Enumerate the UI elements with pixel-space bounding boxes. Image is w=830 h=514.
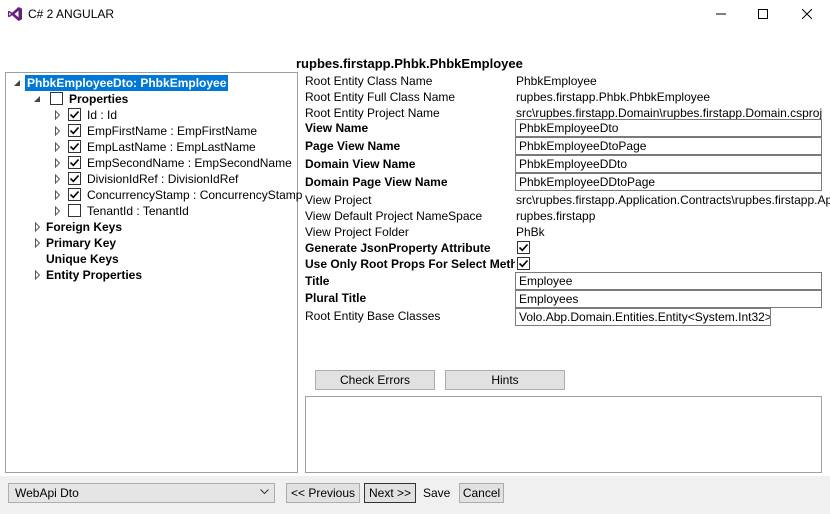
root-entity-full-class-name-label: Root Entity Full Class Name bbox=[305, 90, 456, 104]
close-button[interactable] bbox=[784, 0, 830, 28]
visual-studio-icon bbox=[8, 7, 22, 21]
property-label: TenantId : TenantId bbox=[87, 204, 189, 218]
collapsed-triangle-icon[interactable] bbox=[33, 235, 43, 251]
collapsed-triangle-icon[interactable] bbox=[53, 171, 63, 187]
errors-output-area[interactable] bbox=[305, 396, 822, 473]
checkmark-icon bbox=[518, 259, 529, 268]
page-view-name-input[interactable]: PhbkEmployeeDtoPage bbox=[515, 137, 822, 155]
property-label: Id : Id bbox=[87, 108, 118, 122]
view-name-input[interactable]: PhbkEmployeeDto bbox=[515, 119, 822, 137]
root-entity-class-name-label: Root Entity Class Name bbox=[305, 74, 433, 88]
checkmark-icon bbox=[69, 110, 80, 119]
use-only-root-props-label: Use Only Root Props For Select Metho bbox=[305, 257, 515, 271]
view-project-value: src\rupbes.firstapp.Application.Contract… bbox=[516, 193, 830, 207]
domain-page-view-name-input[interactable]: PhbkEmployeeDDtoPage bbox=[515, 173, 822, 191]
collapsed-triangle-icon[interactable] bbox=[53, 139, 63, 155]
property-checkbox[interactable] bbox=[68, 204, 81, 217]
chevron-down-icon bbox=[260, 489, 269, 495]
view-default-namespace-label: View Default Project NameSpace bbox=[305, 209, 483, 223]
view-project-label: View Project bbox=[305, 193, 372, 207]
tree-root-label[interactable]: PhbkEmployeeDto: PhbkEmployee bbox=[25, 75, 229, 91]
root-entity-base-classes-label: Root Entity Base Classes bbox=[305, 309, 441, 323]
properties-label: Properties bbox=[69, 92, 129, 106]
generate-json-property-label: Generate JsonProperty Attribute bbox=[305, 241, 491, 255]
view-default-namespace-value: rupbes.firstapp bbox=[516, 209, 596, 223]
collapsed-triangle-icon[interactable] bbox=[33, 267, 43, 283]
property-checkbox[interactable] bbox=[68, 108, 81, 121]
domain-view-name-input[interactable]: PhbkEmployeeDDto bbox=[515, 155, 822, 173]
dto-tree[interactable]: PhbkEmployeeDto: PhbkEmployee Properties… bbox=[5, 72, 302, 473]
primary-key-label: Primary Key bbox=[46, 236, 117, 250]
view-project-folder-label: View Project Folder bbox=[305, 225, 409, 239]
collapsed-triangle-icon[interactable] bbox=[33, 219, 43, 235]
cancel-button[interactable]: Cancel bbox=[459, 483, 504, 503]
next-button[interactable]: Next >> bbox=[364, 483, 416, 503]
root-entity-project-name-label: Root Entity Project Name bbox=[305, 106, 440, 120]
title-bar: C# 2 ANGULAR bbox=[0, 0, 830, 28]
plural-title-input[interactable]: Employees bbox=[515, 290, 822, 308]
save-button[interactable]: Save bbox=[423, 486, 450, 500]
collapsed-triangle-icon[interactable] bbox=[53, 187, 63, 203]
maximize-icon bbox=[758, 9, 768, 19]
properties-checkbox[interactable] bbox=[50, 92, 63, 105]
check-errors-button[interactable]: Check Errors bbox=[315, 370, 435, 390]
checkmark-icon bbox=[69, 142, 80, 151]
use-only-root-props-checkbox[interactable] bbox=[517, 257, 530, 270]
property-label: ConcurrencyStamp : ConcurrencyStamp bbox=[87, 188, 303, 202]
entity-title: rupbes.firstapp.Phbk.PhbkEmployee bbox=[296, 56, 523, 71]
root-entity-base-classes-input[interactable]: Volo.Abp.Domain.Entities.Entity<System.I… bbox=[515, 308, 771, 326]
maximize-button[interactable] bbox=[740, 0, 786, 28]
previous-button[interactable]: << Previous bbox=[286, 483, 360, 503]
minimize-icon bbox=[716, 13, 726, 15]
mode-select[interactable]: WebApi Dto bbox=[8, 483, 275, 503]
minimize-button[interactable] bbox=[698, 0, 744, 28]
collapsed-triangle-icon[interactable] bbox=[53, 123, 63, 139]
expanded-triangle-icon[interactable] bbox=[33, 91, 43, 107]
window-title: C# 2 ANGULAR bbox=[28, 7, 115, 21]
domain-page-view-name-label: Domain Page View Name bbox=[305, 175, 448, 189]
property-checkbox[interactable] bbox=[68, 172, 81, 185]
mode-select-value: WebApi Dto bbox=[15, 486, 79, 500]
root-entity-class-name-value: PhbkEmployee bbox=[516, 74, 597, 88]
property-label: DivisionIdRef : DivisionIdRef bbox=[87, 172, 239, 186]
root-entity-full-class-name-value: rupbes.firstapp.Phbk.PhbkEmployee bbox=[516, 90, 711, 104]
domain-view-name-label: Domain View Name bbox=[305, 157, 416, 171]
property-checkbox[interactable] bbox=[68, 156, 81, 169]
title-label: Title bbox=[305, 274, 330, 288]
property-checkbox[interactable] bbox=[68, 188, 81, 201]
plural-title-label: Plural Title bbox=[305, 291, 367, 305]
property-label: EmpLastName : EmpLastName bbox=[87, 140, 256, 154]
checkmark-icon bbox=[69, 126, 80, 135]
view-project-folder-value: PhBk bbox=[516, 225, 545, 239]
foreign-keys-label: Foreign Keys bbox=[46, 220, 123, 234]
hints-button[interactable]: Hints bbox=[445, 370, 565, 390]
unique-keys-label: Unique Keys bbox=[46, 252, 119, 266]
checkmark-icon bbox=[69, 158, 80, 167]
checkmark-icon bbox=[69, 190, 80, 199]
collapsed-triangle-icon[interactable] bbox=[53, 107, 63, 123]
property-label: EmpFirstName : EmpFirstName bbox=[87, 124, 258, 138]
checkmark-icon bbox=[69, 174, 80, 183]
checkmark-icon bbox=[518, 243, 529, 252]
expanded-triangle-icon[interactable] bbox=[13, 75, 23, 91]
view-name-label: View Name bbox=[305, 121, 369, 135]
property-checkbox[interactable] bbox=[68, 124, 81, 137]
entity-properties-label: Entity Properties bbox=[46, 268, 143, 282]
collapsed-triangle-icon[interactable] bbox=[53, 155, 63, 171]
title-input[interactable]: Employee bbox=[515, 272, 822, 290]
property-label: EmpSecondName : EmpSecondName bbox=[87, 156, 292, 170]
close-icon bbox=[802, 9, 812, 19]
page-view-name-label: Page View Name bbox=[305, 139, 401, 153]
generate-json-property-checkbox[interactable] bbox=[517, 241, 530, 254]
collapsed-triangle-icon[interactable] bbox=[53, 203, 63, 219]
property-checkbox[interactable] bbox=[68, 140, 81, 153]
